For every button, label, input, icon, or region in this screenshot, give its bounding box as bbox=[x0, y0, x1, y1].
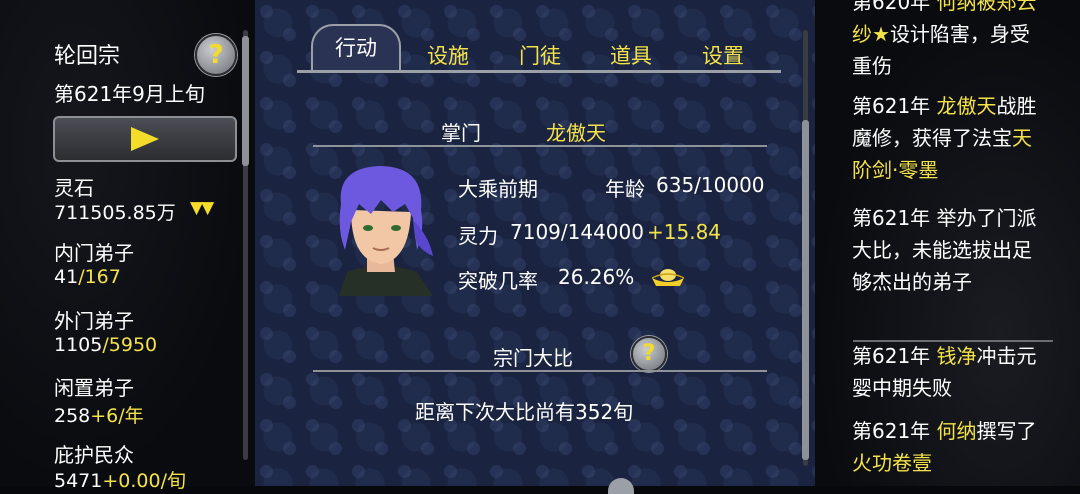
leader-name[interactable]: 龙傲天 bbox=[546, 117, 606, 146]
stat-value-inner-disciples: 41/167 bbox=[54, 266, 121, 288]
stat-value-sheltered-people: 5471+0.00/旬 bbox=[54, 466, 186, 493]
log-text: 撰写了 bbox=[976, 419, 1037, 443]
stat-label-inner-disciples: 内门弟子 bbox=[54, 241, 134, 265]
stat-extra: +6/年 bbox=[90, 405, 144, 427]
stat-value-spirit-stones: 711505.85万 bbox=[54, 198, 176, 225]
stat-label-idle-disciples: 闲置弟子 bbox=[54, 376, 134, 400]
stat-main: 258 bbox=[54, 405, 91, 427]
spirit-power-value: 7109/144000 bbox=[510, 220, 644, 244]
help-icon[interactable]: ? bbox=[195, 34, 237, 76]
log-text: 第621年 举办了门派大比，未能选拔出足够杰出的弟子 bbox=[852, 206, 1037, 294]
log-text: 第621年 bbox=[852, 94, 937, 118]
spirit-power-rate: +15.84 bbox=[647, 220, 722, 244]
expand-handle[interactable] bbox=[608, 478, 634, 494]
stat-label-spirit-stones: 灵石 bbox=[54, 176, 94, 200]
stat-value-outer-disciples: 1105/5950 bbox=[54, 334, 157, 356]
leader-label: 掌门 bbox=[441, 121, 481, 145]
stat-value-idle-disciples: 258+6/年 bbox=[54, 401, 144, 428]
contest-help-icon[interactable]: ? bbox=[631, 336, 667, 372]
left-scrollbar-thumb[interactable] bbox=[242, 36, 249, 166]
leader-portrait[interactable] bbox=[321, 160, 443, 296]
stat-extra: /5950 bbox=[102, 334, 158, 356]
divider bbox=[313, 145, 767, 147]
stat-main: 41 bbox=[54, 266, 79, 288]
tab-settings[interactable]: 设置 bbox=[688, 38, 758, 74]
decrease-arrows-icon: ▼▼ bbox=[190, 198, 214, 218]
log-highlight[interactable]: 龙傲天 bbox=[937, 94, 997, 118]
stat-main: 1105 bbox=[54, 334, 103, 356]
log-highlight[interactable]: 何纳 bbox=[937, 419, 977, 443]
age-value: 635/10000 bbox=[656, 173, 765, 197]
log-entry: 第621年 龙傲天战胜魔修，获得了法宝天阶剑·零墨 bbox=[852, 90, 1042, 186]
divider bbox=[313, 370, 767, 372]
log-highlight[interactable]: 何纳被郑 bbox=[937, 0, 1017, 14]
log-entry: 第621年 何纳撰写了火功卷壹 bbox=[852, 415, 1042, 479]
spirit-power-label: 灵力 bbox=[458, 224, 498, 248]
next-contest-countdown: 距离下次大比尚有352旬 bbox=[415, 400, 634, 424]
log-entry: 第620年 何纳被郑云纱★设计陷害，身受重伤 bbox=[852, 0, 1042, 82]
stat-label-outer-disciples: 外门弟子 bbox=[54, 309, 134, 333]
log-entry: 第621年 举办了门派大比，未能选拔出足够杰出的弟子 bbox=[852, 202, 1042, 298]
sect-name: 轮回宗 bbox=[54, 44, 121, 69]
log-text: 第621年 bbox=[852, 344, 937, 368]
tab-items[interactable]: 道具 bbox=[596, 38, 666, 74]
stat-extra: +0.00/旬 bbox=[102, 470, 186, 492]
breakthrough-label: 突破几率 bbox=[458, 269, 538, 293]
play-icon bbox=[131, 127, 159, 151]
sect-status-panel: 轮回宗 ? 第621年9月上旬 灵石 711505.85万 ▼▼ 内门弟子 41… bbox=[0, 0, 255, 492]
tab-disciples[interactable]: 门徒 bbox=[505, 38, 575, 74]
action-panel: 行动 设施 门徒 道具 设置 掌门 龙傲天 大乘前期 年龄 635/10000 … bbox=[255, 0, 815, 494]
tab-action[interactable]: 行动 bbox=[311, 24, 401, 70]
game-date: 第621年9月上旬 bbox=[54, 82, 205, 106]
log-text: 第621年 bbox=[852, 419, 937, 443]
sect-contest-label: 宗门大比 bbox=[493, 346, 573, 370]
age-label: 年龄 bbox=[605, 177, 645, 201]
event-log-panel: 第620年 何纳被郑云纱★设计陷害，身受重伤 第621年 龙傲天战胜魔修，获得了… bbox=[815, 0, 1080, 486]
gold-ingot-icon[interactable] bbox=[650, 266, 686, 288]
stat-extra: /167 bbox=[78, 266, 121, 288]
cultivation-realm: 大乘前期 bbox=[458, 177, 538, 201]
stat-main: 711505.85万 bbox=[54, 202, 176, 224]
stat-main: 5471 bbox=[54, 470, 103, 492]
advance-time-button[interactable] bbox=[53, 116, 237, 162]
center-scrollbar-thumb[interactable] bbox=[802, 120, 809, 460]
log-highlight[interactable]: 钱净 bbox=[937, 344, 977, 368]
log-entry: 第621年 钱净冲击元婴中期失败 bbox=[852, 340, 1042, 404]
log-text: 第620年 bbox=[852, 0, 937, 14]
stat-label-sheltered-people: 庇护民众 bbox=[54, 443, 134, 467]
breakthrough-value: 26.26% bbox=[558, 265, 635, 289]
log-highlight[interactable]: 火功卷壹 bbox=[852, 451, 932, 475]
tab-facilities[interactable]: 设施 bbox=[413, 38, 483, 74]
